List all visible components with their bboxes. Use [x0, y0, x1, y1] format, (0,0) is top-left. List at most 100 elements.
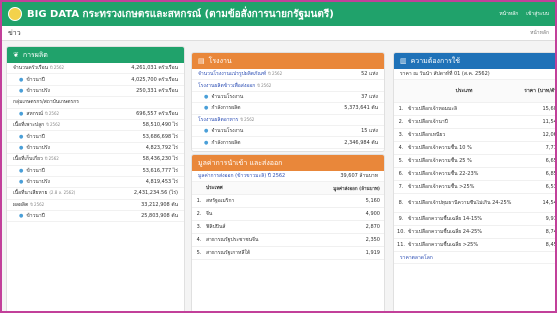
- production-row: ● ข้าวนาปรัง 4,823,792 ไร่: [7, 143, 184, 155]
- bullet-icon: ●: [19, 167, 24, 174]
- needs-row-price: 8,747: [545, 229, 557, 236]
- bullet-icon: ●: [204, 93, 209, 100]
- trade-table-row: 2. จีน 4,900: [192, 208, 384, 222]
- trade-row-number: 2.: [196, 211, 202, 218]
- login-link[interactable]: เข้าสู่ระบบ: [526, 10, 549, 18]
- world-price-link[interactable]: ราคาตลาดโลก: [394, 252, 555, 264]
- production-row-value: 250,331 ครัวเรือน: [136, 87, 178, 94]
- needs-row-type: ข้าวเปลือกเจ้านาปี: [408, 119, 448, 126]
- trade-summary-value: 39,607 ล้านบาท: [340, 173, 378, 180]
- trade-card: มูลค่าการนำเข้า และส่งออก มูลค่าการส่งออ…: [191, 154, 385, 311]
- production-row-value: 696,557 ครัวเรือน: [136, 110, 178, 117]
- production-row-name: ● ข้าวนาปรัง: [19, 87, 50, 95]
- needs-row-price: 9,915: [545, 216, 557, 223]
- factory-row-label: กำลังการผลิต: [211, 139, 241, 146]
- trade-row-value: 2,350: [365, 237, 380, 244]
- production-row-label: ข้าวนาปี: [26, 213, 45, 220]
- production-row: เนื้อที่เพาะปลูก ปี 2562 58,510,490 ไร่: [7, 120, 184, 132]
- sub-bar: ข่าว หน้าหลัก: [2, 26, 555, 41]
- production-row-name: ● ข้าวนาปี: [19, 167, 45, 175]
- dashboard-cards: ❦ การผลิต จำนวนครัวเรือน ปี 2562 4,261,031…: [6, 46, 555, 311]
- leaf-icon: ❦: [13, 51, 19, 59]
- section-title: ข่าว: [8, 28, 21, 37]
- production-row: ● ข้าวนาปี 53,686,698 ไร่: [7, 131, 184, 143]
- production-row-value: 25,803,908 ตัน: [141, 213, 178, 220]
- factory-row-name: จำนวนโรงงานแปรรูปผลิตภัณฑ์ ปี 2562: [198, 70, 282, 78]
- factory-row: ● จำนวนโรงงาน 15 แห่ง: [192, 126, 384, 138]
- production-row-value: 53,686,698 ไร่: [142, 133, 178, 140]
- needs-table-row: 3. ข้าวเปลือกเหนียว 12,063: [394, 129, 557, 143]
- production-row-label: ผลผลิต: [13, 201, 29, 208]
- home-link[interactable]: หน้าหลัก: [499, 10, 518, 18]
- needs-row-price: 12,063: [542, 132, 557, 139]
- needs-row-price: 11,545: [542, 119, 557, 126]
- trade-summary-label: มูลค่าการส่งออก (ข้าวขาวมะลิ) ปี 2562: [198, 173, 286, 180]
- production-row-tag: (2.8 ล. 2562): [49, 190, 76, 196]
- factory-icon: ▤: [198, 57, 205, 65]
- production-row-label: สหกรณ์: [26, 110, 44, 117]
- needs-period: ราคา ณ วันนำ สัปดาห์ที่ 01 (ส.ค. 2562): [400, 71, 490, 78]
- production-row-value: 58,510,490 ไร่: [142, 122, 178, 129]
- production-row-value: 4,819,453 ไร่: [145, 179, 178, 186]
- top-links: หน้าหลัก เข้าสู่ระบบ: [499, 10, 549, 18]
- factory-row-tag: ปี 2562: [268, 71, 283, 77]
- production-row-name: จำนวนครัวเรือน ปี 2562: [13, 64, 64, 72]
- production-row-name: ● ข้าวนาปี: [19, 133, 45, 141]
- production-row-tag: ปี 2562: [45, 110, 60, 116]
- needs-card-header: ▥ ความต้องการใช้: [394, 53, 555, 69]
- factory-row-name: ● กำลังการผลิต: [204, 139, 240, 147]
- needs-row-price: 6,651: [545, 158, 557, 165]
- production-row-label: เนื้อที่นาเสียหาย: [13, 190, 48, 197]
- trade-row-value: 1,919: [365, 250, 380, 257]
- production-row-name: ผลผลิต ปี 2562: [13, 201, 44, 209]
- breadcrumb[interactable]: หน้าหลัก: [530, 29, 549, 37]
- factory-card-header: ▤ โรงงาน: [192, 53, 384, 69]
- needs-row-type: ข้าวเปลือกเจ้าหอมมะลิ: [408, 106, 458, 113]
- factory-row[interactable]: จำนวนโรงงานแปรรูปผลิตภัณฑ์ ปี 2562 52 แห่ง: [192, 69, 384, 81]
- needs-card-title: ความต้องการใช้: [410, 56, 461, 65]
- factory-rows: จำนวนโรงงานแปรรูปผลิตภัณฑ์ ปี 2562 52 แห่ง…: [192, 69, 384, 149]
- factory-row-tag: ปี 2562: [257, 82, 272, 88]
- production-row: กลุ่มเกษตรกร/สถาบันเกษตรกร: [7, 97, 184, 109]
- factory-row-name: โรงงานผลิตข้าวเพื่อส่งออก ปี 2562: [198, 82, 271, 90]
- factory-row-label: จำนวนโรงงาน: [211, 93, 244, 100]
- bullet-icon: ●: [19, 110, 24, 117]
- needs-row-price: 6,858: [545, 171, 557, 178]
- production-row-name: เนื้อที่เก็บเกี่ยว ปี 2562: [13, 155, 59, 163]
- factory-row: ● จำนวนโรงงาน 37 แห่ง: [192, 92, 384, 104]
- production-row-value: 33,212,908 ตัน: [141, 201, 178, 208]
- trade-col-country: ประเทศ: [206, 185, 223, 192]
- trade-table-header: ประเทศ มูลค่าส่งออก (ล้านบาท): [192, 182, 384, 196]
- factory-row-value: 5,373,641 ตัน: [344, 105, 378, 112]
- needs-row-type: ข้าวเปลือกเจ้าความชื้น >25%: [408, 184, 475, 191]
- production-row: เนื้อที่นาเสียหาย (2.8 ล. 2562) 2,431,234.…: [7, 188, 184, 200]
- factory-row: ● กำลังการผลิต 2,346,984 ตัน: [192, 137, 384, 149]
- production-row-name: ● สหกรณ์ ปี 2562: [19, 110, 59, 118]
- needs-row-number: 10.: [397, 229, 405, 236]
- needs-row-number: 8.: [398, 200, 404, 207]
- needs-table-row: 4. ข้าวเปลือกเจ้าความชื้น 10 % 7,717: [394, 142, 555, 156]
- needs-row-type: ข้าวเปลือกเหนียว: [408, 132, 446, 139]
- needs-row-number: 2.: [398, 119, 404, 126]
- bullet-icon: ●: [19, 179, 24, 186]
- production-row-name: ● ข้าวนาปรัง: [19, 144, 50, 152]
- bullet-icon: ●: [19, 144, 24, 151]
- trade-row-value: 5,160: [365, 198, 380, 205]
- trade-row-country: สาธารณรัฐเกาหลีใต้: [206, 250, 251, 257]
- production-row: ผลผลิต ปี 2562 33,212,908 ตัน: [7, 200, 184, 212]
- needs-table-header: ประเภท ราคา (บาท/ตัน): [394, 80, 555, 104]
- production-row-label: กลุ่มเกษตรกร/สถาบันเกษตรกร: [13, 99, 79, 106]
- factory-row-label: กำลังการผลิต: [211, 105, 241, 112]
- production-row-value: 2,431,234.56 (ไร่): [133, 190, 178, 197]
- trade-summary-row[interactable]: มูลค่าการส่งออก (ข้าวขาวมะลิ) ปี 2562 39…: [192, 171, 384, 183]
- factory-row[interactable]: โรงงานผลิตอาหาร ปี 2562: [192, 115, 384, 126]
- world-price-label: ราคาตลาดโลก: [400, 254, 433, 261]
- factory-row[interactable]: โรงงานผลิตข้าวเพื่อส่งออก ปี 2562: [192, 80, 384, 92]
- production-row-tag: ปี 2562: [44, 156, 59, 162]
- needs-period-row: ราคา ณ วันนำ สัปดาห์ที่ 01 (ส.ค. 2562): [394, 69, 555, 81]
- production-row-label: เนื้อที่เก็บเกี่ยว: [13, 156, 43, 163]
- production-card-title: การผลิต: [22, 50, 48, 59]
- top-bar: BIG DATA กระทรวงเกษตรและสหกรณ์ (ตามข้อสั…: [2, 2, 555, 26]
- production-row: จำนวนครัวเรือน ปี 2562 4,261,031 ครัวเรือน: [7, 63, 184, 75]
- needs-table: 1. ข้าวเปลือกเจ้าหอมมะลิ 15,605 2. ข้าวเปลือ…: [394, 103, 557, 253]
